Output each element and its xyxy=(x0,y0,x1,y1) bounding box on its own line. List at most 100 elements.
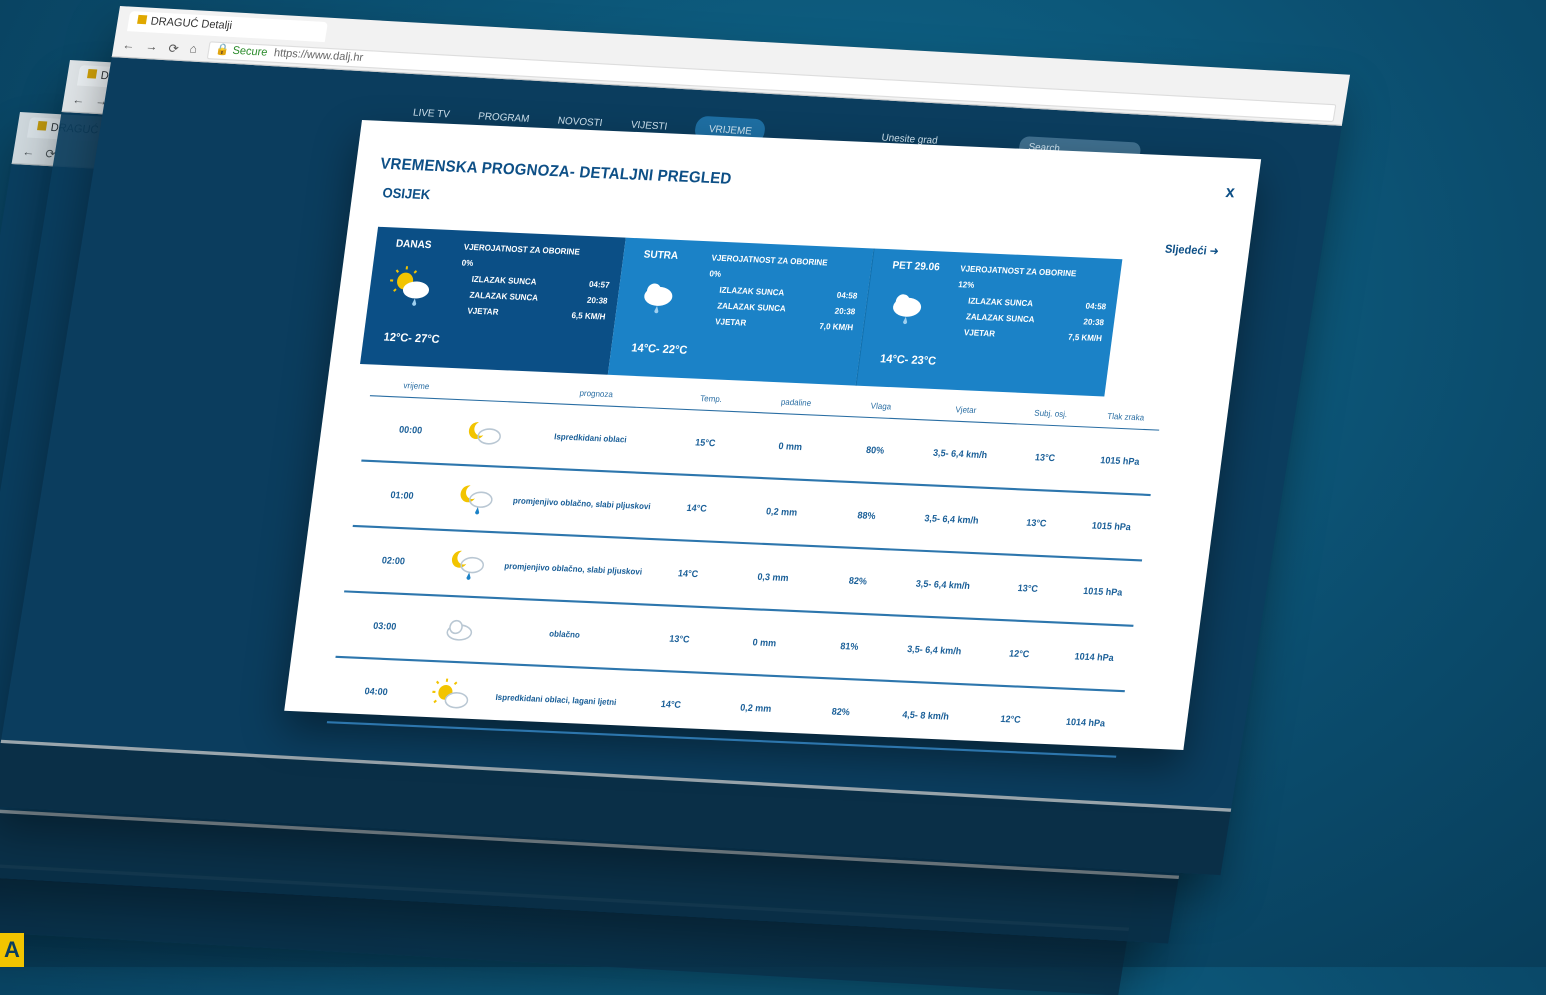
cell-wind: 3,5- 6,4 km/h xyxy=(906,512,997,526)
col-forecast: prognoza xyxy=(521,386,672,402)
sun-cloud-rain-icon xyxy=(386,263,438,307)
back-icon[interactable]: ← xyxy=(121,39,135,53)
icon-cell xyxy=(454,417,518,449)
cloud-rain-icon xyxy=(634,274,686,318)
col-wind: Vjetar xyxy=(920,403,1011,416)
cell-humidity: 81% xyxy=(809,639,890,653)
cell-humidity: 82% xyxy=(800,705,881,719)
wind-label: VJETAR xyxy=(454,302,499,320)
nav-item-live-tv[interactable]: LIVE TV xyxy=(412,107,450,120)
day-details: VJEROJATNOST ZA OBORINE 12% IZLAZAK SUNC… xyxy=(951,261,1111,347)
cell-feel: 13°C xyxy=(987,581,1068,595)
cell-time: 01:00 xyxy=(356,488,447,502)
hourly-table: vrijeme prognoza Temp. padaline Vlaga Vj… xyxy=(327,379,1162,757)
moon-cloud-rain-icon xyxy=(457,481,497,516)
col-feel: Subj. osj. xyxy=(1010,407,1091,420)
cell-temp: 15°C xyxy=(665,436,746,450)
cell-wind: 3,5- 6,4 km/h xyxy=(914,447,1005,461)
icon-cell xyxy=(436,546,500,582)
cell-pressure: 1014 hPa xyxy=(1050,716,1121,730)
favicon-icon xyxy=(37,121,47,131)
home-icon[interactable]: ⌂ xyxy=(189,42,198,56)
cell-wind: 3,5- 6,4 km/h xyxy=(889,643,980,657)
reload-icon[interactable]: ⟳ xyxy=(167,41,179,56)
icon-cell xyxy=(419,677,483,713)
day-card-tomorrow[interactable]: SUTRA 14°C- 22°C VJEROJATNOST ZA OBORINE… xyxy=(608,238,874,386)
moon-cloud-rain-icon xyxy=(448,546,488,581)
cell-feel: 13°C xyxy=(996,516,1077,530)
cell-humidity: 88% xyxy=(826,508,907,522)
back-icon[interactable]: ← xyxy=(21,145,35,159)
cell-time: 04:00 xyxy=(331,684,422,698)
day-summary-strip: DANAS 12°C- 27°C VJEROJATNOST ZA OBORINE… xyxy=(360,227,1122,397)
cell-precip: 0,2 mm xyxy=(710,701,801,715)
cell-feel: 13°C xyxy=(1004,450,1085,464)
sunrise-value: 04:57 xyxy=(588,276,611,293)
wind-value: 6,5 KM/H xyxy=(571,307,607,324)
cell-pressure: 1015 hPa xyxy=(1084,454,1155,468)
nav-item-novosti[interactable]: NOVOSTI xyxy=(557,115,603,129)
cell-temp: 13°C xyxy=(639,632,720,646)
col-precip: padaline xyxy=(750,396,841,409)
corner-badge: A xyxy=(0,933,24,967)
forecast-modal: VREMENSKA PROGNOZA- DETALJNI PREGLED OSI… xyxy=(284,120,1261,750)
wind-label: VJETAR xyxy=(702,313,747,331)
cloud-icon xyxy=(440,614,480,645)
cell-precip: 0 mm xyxy=(745,439,836,453)
favicon-icon xyxy=(87,69,97,79)
cell-temp: 14°C xyxy=(656,501,737,515)
day-details: VJEROJATNOST ZA OBORINE 0% IZLAZAK SUNCA… xyxy=(702,250,862,336)
wind-label: VJETAR xyxy=(951,324,996,342)
day-temp-range: 14°C- 22°C xyxy=(631,342,689,357)
icon-cell xyxy=(445,480,509,516)
wind-value: 7,5 KM/H xyxy=(1067,329,1103,346)
col-time: vrijeme xyxy=(371,379,462,392)
cloud-rain-icon xyxy=(882,285,934,329)
next-label: Sljedeći xyxy=(1164,243,1207,257)
cell-time: 03:00 xyxy=(339,619,430,633)
url-text: https://www.dalj.hr xyxy=(273,47,364,64)
nav-item-program[interactable]: PROGRAM xyxy=(477,110,530,124)
sunrise-value: 04:58 xyxy=(836,287,859,304)
col-pressure: Tlak zraka xyxy=(1090,411,1161,424)
close-button[interactable]: x xyxy=(1224,183,1235,202)
cell-forecast: Ispredkidani oblaci, lagani ljetni xyxy=(480,691,631,707)
cell-forecast: promjenjivo oblačno, slabi pljuskovi xyxy=(506,495,657,511)
modal-title: VREMENSKA PROGNOZA- DETALJNI PREGLED xyxy=(379,155,732,188)
col-humidity: Vlaga xyxy=(840,400,921,413)
wind-value: 7,0 KM/H xyxy=(818,318,854,335)
day-card-friday[interactable]: PET 29.06 14°C- 23°C VJEROJATNOST ZA OBO… xyxy=(856,248,1123,396)
arrow-right-icon: ➜ xyxy=(1209,245,1220,258)
day-card-today[interactable]: DANAS 12°C- 27°C VJEROJATNOST ZA OBORINE… xyxy=(360,227,626,375)
icon-cell xyxy=(428,613,492,645)
next-button[interactable]: Sljedeći ➜ xyxy=(1164,242,1220,258)
back-icon[interactable]: ← xyxy=(71,93,85,107)
cell-wind: 4,5- 8 km/h xyxy=(880,708,971,722)
col-icon xyxy=(461,383,522,395)
sunset-value: 20:38 xyxy=(1082,314,1105,331)
cell-wind: 3,5- 6,4 km/h xyxy=(897,577,988,591)
forward-icon[interactable]: → xyxy=(144,40,158,54)
scene: DRAGUĆ Detalji ← ⟳ DRAGUĆ Detalji ← → ⟳ … xyxy=(0,0,1546,967)
day-name: PET 29.06 xyxy=(892,260,941,274)
cell-humidity: 80% xyxy=(835,443,916,457)
day-temp-range: 12°C- 27°C xyxy=(383,331,441,346)
sunset-value: 20:38 xyxy=(834,303,857,320)
day-name: DANAS xyxy=(395,238,432,251)
city-name: OSIJEK xyxy=(382,185,432,203)
day-details: VJEROJATNOST ZA OBORINE 0% IZLAZAK SUNCA… xyxy=(454,239,614,325)
nav-item-vijesti[interactable]: VIJESTI xyxy=(630,119,668,132)
tab-title: DRAGUĆ Detalji xyxy=(150,16,233,33)
sun-cloud-icon xyxy=(429,677,473,713)
moon-cloud-icon xyxy=(466,418,506,449)
secure-label: Secure xyxy=(232,45,269,59)
cell-pressure: 1014 hPa xyxy=(1058,650,1129,664)
day-name: SUTRA xyxy=(643,249,679,262)
cell-forecast: Ispredkidani oblaci xyxy=(515,430,666,446)
cell-forecast: promjenjivo oblačno, slabi pljuskovi xyxy=(498,560,649,576)
cell-precip: 0 mm xyxy=(719,635,810,649)
cell-forecast: oblačno xyxy=(489,626,640,642)
cell-feel: 12°C xyxy=(979,647,1060,661)
cell-humidity: 82% xyxy=(817,574,898,588)
sunset-value: 20:38 xyxy=(586,292,609,309)
